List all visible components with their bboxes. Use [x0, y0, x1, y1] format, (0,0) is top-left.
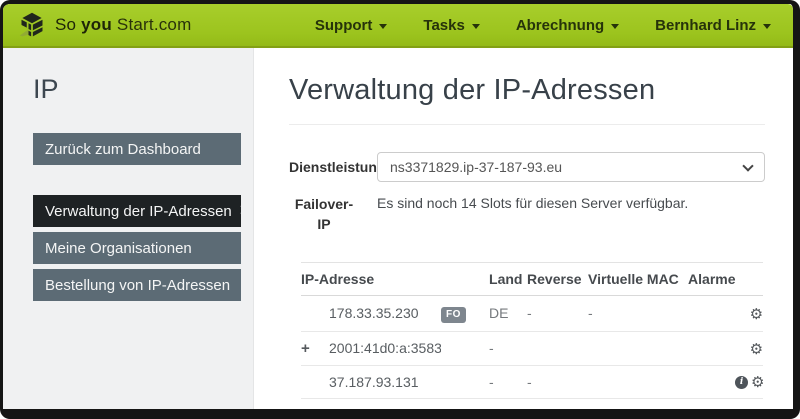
alarme-cell — [688, 398, 735, 419]
info-icon[interactable]: i — [735, 411, 748, 419]
vmac-cell: - — [588, 295, 688, 331]
sidebar-item-label: Meine Organisationen — [45, 240, 192, 257]
land-cell: DE — [489, 398, 527, 419]
nav-user-menu[interactable]: Bernhard Linz — [655, 17, 771, 34]
page-title: Verwaltung der IP-Adressen — [289, 74, 765, 107]
table-header-row: IP-Adresse Land Reverse Virtuelle MAC Al… — [301, 262, 763, 295]
table-row: + 2001:41d0:a:3583::/64 - ⚙ — [301, 331, 763, 365]
ip-address: 37.187.93.131 — [329, 365, 441, 398]
alarme-cell — [688, 365, 735, 398]
failover-badge: FO — [441, 307, 466, 323]
nav-support-label: Support — [315, 17, 373, 34]
col-header-alarme: Alarme — [688, 262, 735, 295]
brand-you: you — [81, 15, 112, 34]
vmac-cell — [588, 365, 688, 398]
chevron-down-icon — [763, 24, 771, 29]
gear-icon[interactable]: ⚙ — [751, 411, 764, 419]
sidebar-item-my-organisations[interactable]: Meine Organisationen — [33, 232, 241, 264]
land-cell: - — [489, 365, 527, 398]
failover-label: Failover- IP — [289, 194, 377, 235]
brand-so: So — [55, 15, 76, 34]
service-select[interactable]: ns3371829.ip-37-187-93.eu — [377, 152, 765, 182]
sidebar-item-back-to-dashboard[interactable]: Zurück zum Dashboard — [33, 133, 241, 165]
chevron-down-icon — [379, 24, 387, 29]
failover-row: Failover- IP Es sind noch 14 Slots für di… — [289, 194, 765, 235]
vmac-cell: - — [588, 398, 688, 419]
col-header-reverse: Reverse — [527, 262, 588, 295]
col-header-ip: IP-Adresse — [301, 262, 489, 295]
ip-address: 2001:41d0:a:3583::/64 — [329, 331, 441, 365]
nav-billing[interactable]: Abrechnung — [516, 17, 619, 34]
soyoustart-logo[interactable]: So you Start.com — [17, 11, 191, 39]
nav-support[interactable]: Support — [315, 17, 388, 34]
alarme-cell — [688, 331, 735, 365]
chevron-down-icon — [611, 24, 619, 29]
gear-icon[interactable]: ⚙ — [750, 308, 763, 321]
nav-tasks-label: Tasks — [423, 17, 464, 34]
cube-logo-icon — [17, 11, 47, 39]
failover-badge: FO — [441, 410, 466, 419]
top-navbar: So you Start.com Support Tasks Abrechnun… — [3, 4, 793, 48]
nav-billing-label: Abrechnung — [516, 17, 604, 34]
main-content: Verwaltung der IP-Adressen Dienstleistun… — [254, 48, 793, 409]
sidebar-item-label: Verwaltung der IP-Adressen — [45, 203, 232, 220]
ip-address: 5.196.125.45 — [329, 398, 441, 419]
reverse-cell: - — [527, 398, 588, 419]
service-select-wrap: ns3371829.ip-37-187-93.eu — [377, 152, 765, 182]
sidebar: IP Zurück zum Dashboard Verwaltung der I… — [3, 48, 254, 409]
reverse-cell: - — [527, 365, 588, 398]
reverse-cell: - — [527, 295, 588, 331]
gear-icon[interactable]: ⚙ — [750, 343, 763, 356]
vmac-cell — [588, 331, 688, 365]
app-window: So you Start.com Support Tasks Abrechnun… — [0, 0, 800, 419]
sidebar-item-label: Zurück zum Dashboard — [45, 141, 201, 158]
failover-label-line1: Failover- — [295, 196, 353, 212]
service-label: Dienstleistung — [289, 159, 377, 175]
sidebar-item-ip-management[interactable]: Verwaltung der IP-Adressen › — [33, 195, 241, 227]
table-row: 178.33.35.230 FO DE - - ⚙ — [301, 295, 763, 331]
table-row: 37.187.93.131 - - i⚙ — [301, 365, 763, 398]
title-divider — [289, 124, 765, 125]
chevron-right-icon: › — [240, 210, 241, 213]
ip-address: 178.33.35.230 — [329, 295, 441, 331]
reverse-cell — [527, 331, 588, 365]
sidebar-title: IP — [33, 74, 241, 105]
col-header-land: Land — [489, 262, 527, 295]
info-icon[interactable]: i — [735, 376, 748, 389]
alarme-cell — [688, 295, 735, 331]
table-row: 5.196.125.45 FO DE - - i⚙ — [301, 398, 763, 419]
nav-user-label: Bernhard Linz — [655, 17, 756, 34]
col-header-vmac: Virtuelle MAC — [588, 262, 688, 295]
gear-icon[interactable]: ⚙ — [751, 376, 764, 389]
brand-start: Start — [117, 15, 154, 34]
land-cell: - — [489, 331, 527, 365]
chevron-down-icon — [472, 24, 480, 29]
nav-tasks[interactable]: Tasks — [423, 17, 479, 34]
failover-slots-text: Es sind noch 14 Slots für diesen Server … — [377, 194, 688, 211]
col-header-actions — [735, 262, 763, 295]
land-cell: DE — [489, 295, 527, 331]
top-nav-menu: Support Tasks Abrechnung Bernhard Linz — [315, 17, 771, 34]
sidebar-item-label: Bestellung von IP-Adressen — [45, 277, 230, 294]
sidebar-item-order-ip[interactable]: Bestellung von IP-Adressen — [33, 269, 241, 301]
brand-com: .com — [154, 15, 192, 34]
brand-text: So you Start.com — [55, 15, 191, 35]
expand-plus-icon[interactable]: + — [301, 340, 310, 357]
service-row: Dienstleistung ns3371829.ip-37-187-93.eu — [289, 152, 765, 182]
ip-table: IP-Adresse Land Reverse Virtuelle MAC Al… — [301, 262, 763, 419]
failover-label-line2: IP — [317, 216, 330, 232]
page-body: IP Zurück zum Dashboard Verwaltung der I… — [3, 48, 793, 409]
